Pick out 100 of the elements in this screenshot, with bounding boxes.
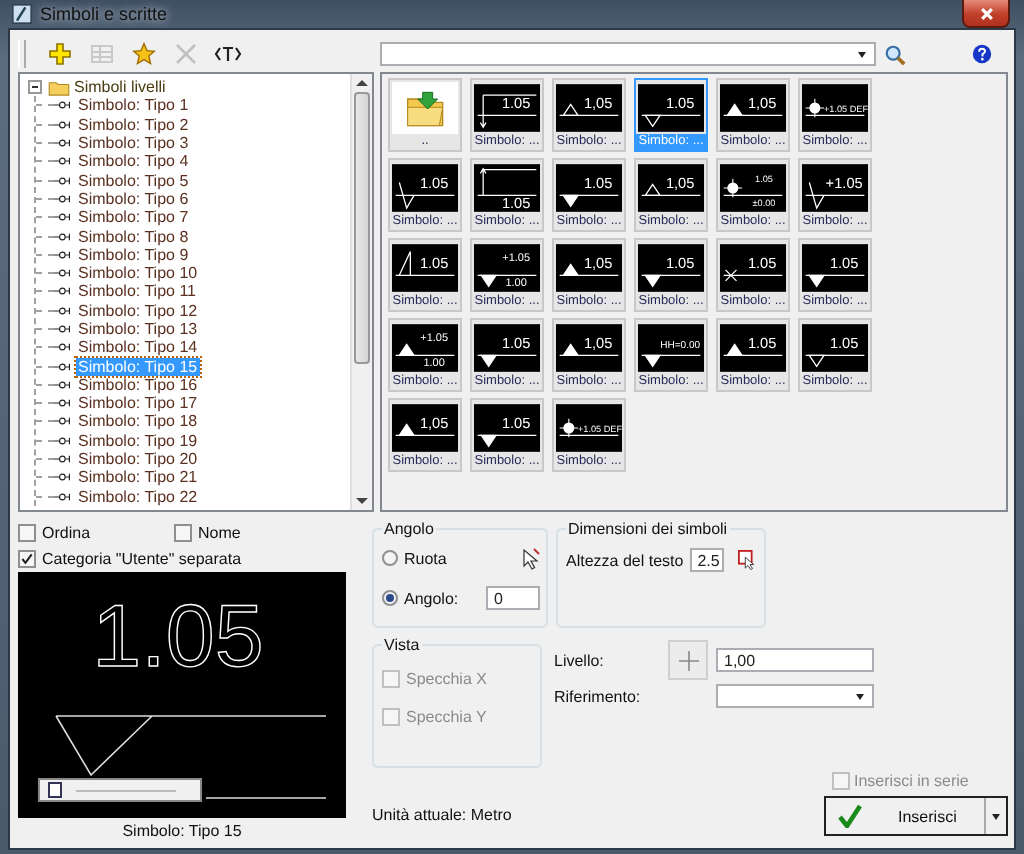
search-combo[interactable] xyxy=(380,42,876,66)
pick-size-icon[interactable] xyxy=(737,550,758,570)
symbol-drawing xyxy=(477,274,537,288)
tree-item[interactable]: Simbolo: Tipo 7 xyxy=(76,208,191,227)
tree-item[interactable]: Simbolo: Tipo 16 xyxy=(76,375,200,394)
tree-item[interactable]: Simbolo: Tipo 5 xyxy=(76,171,191,190)
symbol-value: 1.05 xyxy=(665,94,695,112)
symbol-value: 1,05 xyxy=(747,94,777,112)
checkbox-label: Categoria "Utente" separata xyxy=(42,550,242,568)
symbol-icon xyxy=(54,342,72,353)
thumbnail-background xyxy=(802,324,868,372)
checkbox-label: Inserisci in serie xyxy=(854,772,969,790)
symbol-value: 1,05 xyxy=(665,174,695,192)
symbol-icon xyxy=(54,175,72,186)
thumbnail-background xyxy=(474,244,540,292)
pick-cursor-icon[interactable] xyxy=(522,547,540,569)
symbol-drawing xyxy=(477,94,537,129)
window-icon xyxy=(12,4,32,24)
symbol-value: 1.05 xyxy=(501,94,531,112)
symbol-icon xyxy=(54,156,72,167)
symbol-icon xyxy=(54,286,72,297)
tree-root-label[interactable]: Simboli livelli xyxy=(74,78,166,97)
checkbox[interactable] xyxy=(18,550,36,568)
symbol-drawing xyxy=(477,434,537,448)
tree-item[interactable]: Simbolo: Tipo 22 xyxy=(76,487,200,506)
symbol-icon xyxy=(54,119,72,130)
radio-button[interactable] xyxy=(382,590,398,606)
symbol-icon xyxy=(54,454,72,465)
reference-dropdown[interactable] xyxy=(716,684,874,708)
thumbnail-background xyxy=(720,164,786,212)
thumbnail-background xyxy=(802,84,868,132)
tree-item[interactable]: Simbolo: Tipo 13 xyxy=(76,320,200,338)
symbol-icon xyxy=(54,268,72,279)
symbol-icon xyxy=(54,231,72,242)
help-icon[interactable] xyxy=(972,44,992,64)
tree-item[interactable]: Simbolo: Tipo 4 xyxy=(76,152,191,171)
vertical-scrollbar[interactable] xyxy=(350,74,372,510)
tree-item[interactable]: Simbolo: Tipo 10 xyxy=(76,264,200,283)
symbol-drawing xyxy=(805,354,865,368)
level-field[interactable]: 1,00 xyxy=(716,648,874,672)
folder-icon xyxy=(48,79,70,96)
tree-item[interactable]: Simbolo: Tipo 6 xyxy=(76,189,191,208)
plus-button[interactable] xyxy=(668,640,708,680)
thumbnail-background xyxy=(474,324,540,372)
tree-item[interactable]: Simbolo: Tipo 19 xyxy=(76,431,200,450)
symbol-value: 1,05 xyxy=(419,414,449,432)
symbol-drawing xyxy=(477,354,537,368)
tree-item[interactable]: Simbolo: Tipo 20 xyxy=(76,450,200,469)
symbol-icon xyxy=(54,138,72,149)
base-line xyxy=(205,797,327,799)
tree-item[interactable]: Simbolo: Tipo 12 xyxy=(76,301,200,320)
symbol-drawing xyxy=(395,250,455,276)
thumbnail-background xyxy=(474,164,540,212)
tree-item[interactable]: Simbolo: Tipo 3 xyxy=(76,134,191,153)
symbol-value: 1.05 xyxy=(583,174,613,192)
thumbnail-background xyxy=(556,404,622,452)
symbol-value: 1.05 xyxy=(829,254,859,272)
thumbnail-background xyxy=(392,404,458,452)
symbol-drawing xyxy=(641,354,701,368)
symbol-value: 1.05 xyxy=(665,254,695,272)
symbol-icon xyxy=(54,212,72,223)
search-icon[interactable] xyxy=(884,43,906,65)
tree-item[interactable]: Simbolo: Tipo 9 xyxy=(76,245,191,264)
thumbnail-background xyxy=(720,84,786,132)
checkbox[interactable] xyxy=(174,524,192,542)
symbol-drawing xyxy=(395,343,455,356)
collapse-icon[interactable] xyxy=(28,80,42,95)
folder-icon xyxy=(405,89,445,127)
close-button[interactable] xyxy=(962,0,1010,28)
thumbnail-background xyxy=(720,324,786,372)
thumbnail-background xyxy=(556,244,622,292)
symbol-value: 1.05 xyxy=(419,174,449,192)
radio-button[interactable] xyxy=(382,550,398,566)
tree-item[interactable]: Simbolo: Tipo 11 xyxy=(76,282,198,301)
checkbox-label: Specchia X xyxy=(406,670,487,688)
thumbnail-background xyxy=(638,324,704,372)
symbol-icon xyxy=(54,416,72,427)
checkbox[interactable] xyxy=(18,524,36,542)
thumbnail-background xyxy=(392,164,458,212)
field-label: Riferimento: xyxy=(554,687,643,705)
thumbnail-background xyxy=(392,324,458,372)
checkbox-label: Ordina xyxy=(42,524,91,542)
slider-thumb[interactable] xyxy=(48,781,62,797)
tree-item[interactable]: Simbolo: Tipo 21 xyxy=(76,468,200,487)
tree-item[interactable]: Simbolo: Tipo 18 xyxy=(76,412,200,431)
tree-item[interactable]: Simbolo: Tipo 1 xyxy=(76,96,191,115)
tree-item[interactable]: Simbolo: Tipo 2 xyxy=(76,115,191,134)
text-height-field[interactable]: 2.5 xyxy=(689,548,724,572)
unit-text: Unità attuale: Metro xyxy=(372,806,512,824)
tree-item[interactable]: Simbolo: Tipo 14 xyxy=(76,338,200,357)
tree-item[interactable]: Simbolo: Tipo 17 xyxy=(76,394,200,413)
tree-item[interactable]: Simbolo: Tipo 8 xyxy=(76,227,191,246)
angle-field[interactable]: 0 xyxy=(486,586,540,610)
symbol-icon xyxy=(54,100,72,111)
symbol-value: 1.05 xyxy=(501,194,531,213)
symbol-drawing xyxy=(395,181,455,210)
checkbox-label: Specchia Y xyxy=(406,708,487,726)
symbol-drawing xyxy=(559,418,619,438)
symbol-value: 1,05 xyxy=(583,334,613,352)
thumbnail-background xyxy=(802,244,868,292)
